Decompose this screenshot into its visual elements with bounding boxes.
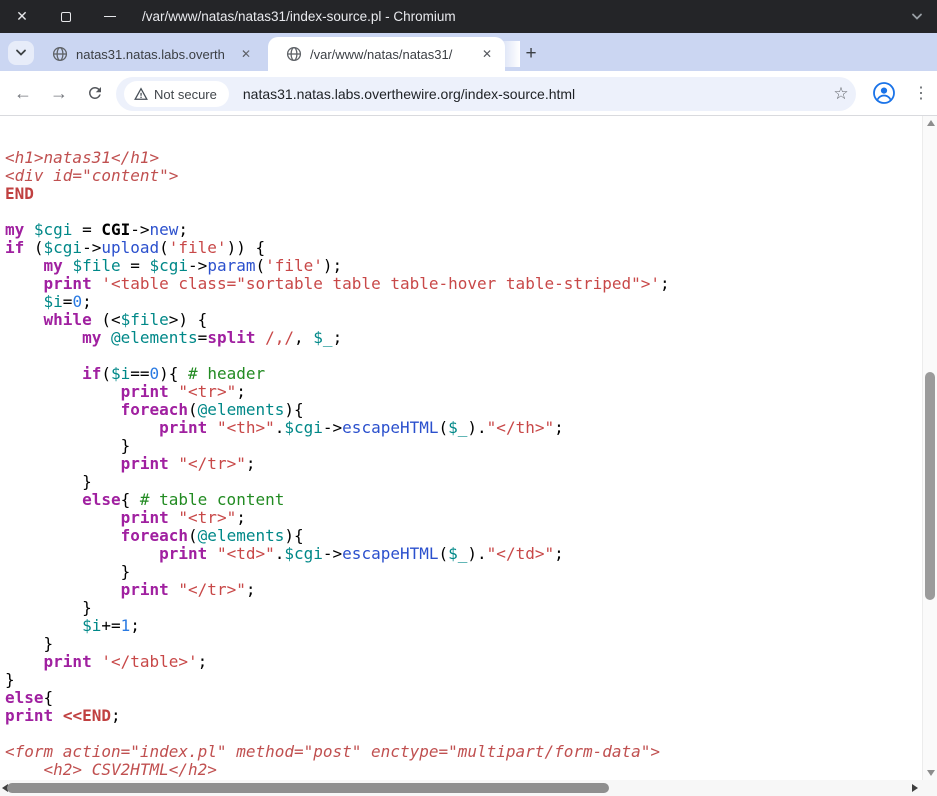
bookmark-star-button[interactable]: ☆ <box>826 84 856 104</box>
back-button[interactable]: ← <box>8 78 38 108</box>
forward-button[interactable]: → <box>44 78 74 108</box>
tab-strip: natas31.natas.labs.overth ✕ /var/www/nat… <box>0 33 937 71</box>
code-line: } <box>5 473 922 491</box>
code-line: else{ <box>5 689 922 707</box>
back-arrow-icon: ← <box>14 83 32 104</box>
code-line: $i+=1; <box>5 617 922 635</box>
code-line: } <box>5 599 922 617</box>
code-line: foreach(@elements){ <box>5 527 922 545</box>
chevron-down-icon <box>911 13 923 21</box>
titlebar-chevron-button[interactable] <box>905 0 929 33</box>
code-line: print "<th>".$cgi->escapeHTML($_)."</th>… <box>5 419 922 437</box>
security-label: Not secure <box>154 87 217 102</box>
code-line: } <box>5 437 922 455</box>
code-line: } <box>5 671 922 689</box>
window-close-button[interactable]: ✕ <box>5 0 39 33</box>
close-icon: ✕ <box>482 47 492 61</box>
code-line: print '</table>'; <box>5 653 922 671</box>
kebab-menu-icon: ⋮ <box>913 83 929 103</box>
code-line: my $cgi = CGI->new; <box>5 221 922 239</box>
code-line: print '<table class="sortable table tabl… <box>5 275 922 293</box>
vertical-scrollbar-thumb[interactable] <box>925 372 935 600</box>
scroll-right-arrow-icon[interactable] <box>912 784 918 792</box>
new-tab-button[interactable]: + <box>518 41 544 67</box>
code-line: } <box>5 563 922 581</box>
close-icon: ✕ <box>16 8 28 25</box>
browser-menu-button[interactable]: ⋮ <box>906 78 936 108</box>
warning-triangle-icon <box>134 87 148 101</box>
url-text: natas31.natas.labs.overthewire.org/index… <box>243 86 826 102</box>
horizontal-scrollbar-thumb[interactable] <box>7 783 609 793</box>
browser-window: ✕ /var/www/natas/natas31/index-source.pl… <box>0 0 937 796</box>
code-line: print "<tr>"; <box>5 509 922 527</box>
code-line: END <box>5 185 922 203</box>
tab-search-button[interactable] <box>8 41 34 65</box>
tab-label-fade <box>494 41 520 67</box>
page-content: <h1>natas31</h1><div id="content">END my… <box>0 116 922 780</box>
tab-index-source-active[interactable]: /var/www/natas/natas31/ ✕ <box>268 37 505 71</box>
code-line: <h1>natas31</h1> <box>5 149 922 167</box>
globe-icon <box>286 46 302 62</box>
code-line: if($i==0){ # header <box>5 365 922 383</box>
address-bar[interactable]: Not secure natas31.natas.labs.overthewir… <box>116 77 856 111</box>
window-maximize-button[interactable] <box>49 0 83 33</box>
source-code: <h1>natas31</h1><div id="content">END my… <box>0 116 922 779</box>
reload-icon <box>86 84 104 102</box>
code-line: $i=0; <box>5 293 922 311</box>
browser-toolbar: ← → Not secure natas31.natas.labs.overth… <box>0 71 937 116</box>
code-line <box>5 725 922 743</box>
star-icon: ☆ <box>833 84 848 103</box>
code-line: } <box>5 635 922 653</box>
code-line: my $file = $cgi->param('file'); <box>5 257 922 275</box>
code-line: print "<tr>"; <box>5 383 922 401</box>
code-line: <form action="index.pl" method="post" en… <box>5 743 922 761</box>
tab-label: natas31.natas.labs.overth <box>76 47 234 62</box>
tab-label-fade <box>244 41 270 67</box>
window-titlebar: ✕ /var/www/natas/natas31/index-source.pl… <box>0 0 937 33</box>
code-line: <div id="content"> <box>5 167 922 185</box>
scroll-up-arrow-icon[interactable] <box>927 120 935 126</box>
window-minimize-button[interactable] <box>93 0 127 33</box>
tab-natas31-page[interactable]: natas31.natas.labs.overth ✕ <box>38 37 264 71</box>
code-line: print "</tr>"; <box>5 581 922 599</box>
horizontal-scrollbar[interactable] <box>0 780 922 796</box>
code-line: print "<td>".$cgi->escapeHTML($_)."</td>… <box>5 545 922 563</box>
code-line <box>5 347 922 365</box>
code-line: my @elements=split /,/, $_; <box>5 329 922 347</box>
tab-label: /var/www/natas/natas31/ <box>310 47 475 62</box>
security-chip[interactable]: Not secure <box>124 81 229 107</box>
code-line: if ($cgi->upload('file')) { <box>5 239 922 257</box>
code-line: foreach(@elements){ <box>5 401 922 419</box>
code-line <box>5 203 922 221</box>
code-line: else{ # table content <box>5 491 922 509</box>
minimize-icon <box>104 16 116 18</box>
maximize-icon <box>61 12 71 22</box>
plus-icon: + <box>525 43 536 65</box>
chevron-down-icon <box>15 49 27 57</box>
window-title: /var/www/natas/natas31/index-source.pl -… <box>142 0 456 33</box>
forward-arrow-icon: → <box>50 83 68 104</box>
code-line: <h2> CSV2HTML</h2> <box>5 761 922 779</box>
reload-button[interactable] <box>80 78 110 108</box>
globe-icon <box>52 46 68 62</box>
avatar-icon <box>872 81 896 105</box>
code-line: print <<END; <box>5 707 922 725</box>
code-line: print "</tr>"; <box>5 455 922 473</box>
scrollbar-corner <box>922 780 937 796</box>
profile-button[interactable] <box>869 78 899 108</box>
scroll-down-arrow-icon[interactable] <box>927 770 935 776</box>
vertical-scrollbar[interactable] <box>922 116 937 780</box>
code-line: while (<$file>) { <box>5 311 922 329</box>
